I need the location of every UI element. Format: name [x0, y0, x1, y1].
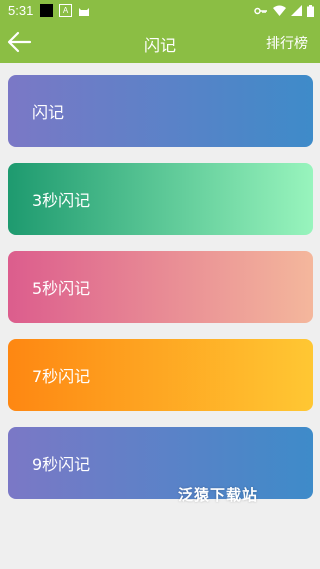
- card-label: 9秒闪记: [32, 455, 91, 474]
- a-box-icon: A: [59, 4, 72, 17]
- battery-icon: [307, 4, 314, 17]
- cat-icon: [79, 7, 89, 16]
- card-3s-flash[interactable]: 3秒闪记: [8, 163, 313, 235]
- key-icon: [254, 7, 267, 14]
- wifi-icon: [273, 5, 286, 16]
- card-7s-flash[interactable]: 7秒闪记: [8, 339, 313, 411]
- app-bar: 闪记 排行榜: [0, 21, 320, 63]
- status-time: 5:31: [8, 3, 34, 18]
- card-label: 7秒闪记: [32, 367, 91, 386]
- status-bar: 5:31 A: [0, 0, 320, 21]
- card-5s-flash[interactable]: 5秒闪记: [8, 251, 313, 323]
- watermark: 泛猿下载站: [178, 486, 259, 504]
- black-square-icon: [40, 4, 53, 17]
- card-label: 3秒闪记: [32, 191, 91, 210]
- card-flash[interactable]: 闪记: [8, 75, 313, 147]
- status-icons-left: A: [40, 4, 90, 17]
- leaderboard-button[interactable]: 排行榜: [266, 33, 308, 53]
- card-9s-flash[interactable]: 9秒闪记: [8, 427, 313, 499]
- signal-icon: [291, 5, 302, 16]
- status-icons-right: [254, 3, 314, 18]
- card-label: 5秒闪记: [32, 279, 91, 298]
- card-label: 闪记: [32, 103, 65, 122]
